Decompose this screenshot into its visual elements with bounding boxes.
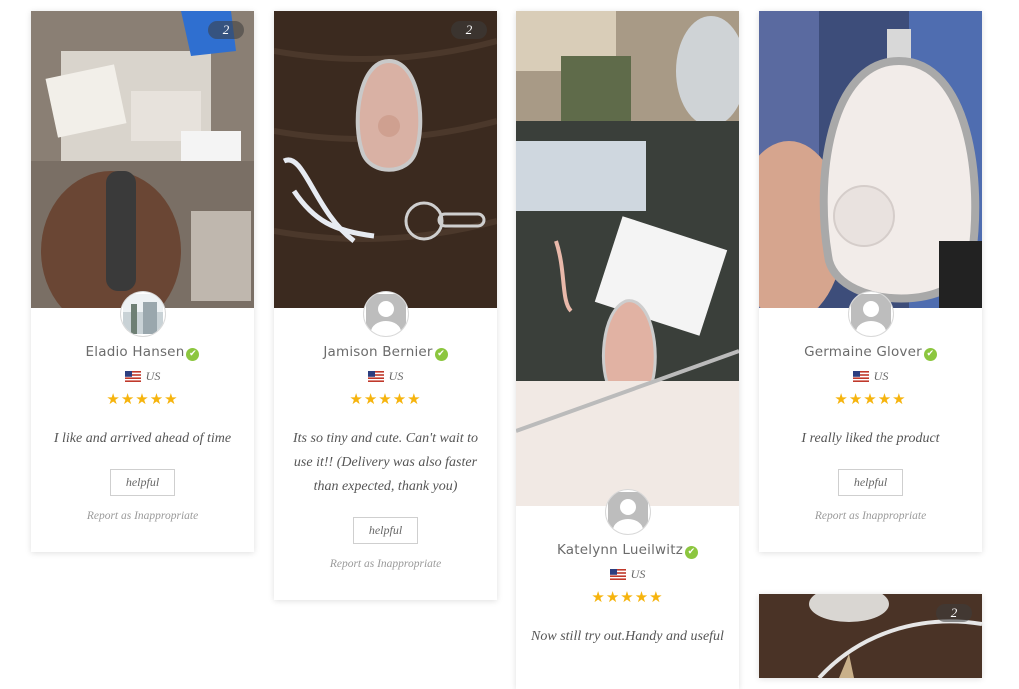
avatar (363, 292, 408, 336)
reviewer-country: US (145, 369, 161, 383)
review-photo[interactable] (759, 11, 982, 308)
report-inappropriate-link[interactable]: Report as Inappropriate (45, 510, 240, 552)
reviewer-country: US (630, 567, 646, 581)
star-rating: ★★★★★ (834, 392, 907, 408)
review-photo-image (516, 11, 739, 506)
default-user-avatar-icon (607, 492, 648, 532)
us-flag-icon (124, 371, 141, 382)
review-card: 2 Eladio Hansen ✔ US ★★★★★ I like and arr… (31, 11, 254, 552)
report-inappropriate-link[interactable]: Report as Inappropriate (288, 558, 483, 600)
reviewer-name: Katelynn Lueilwitz (556, 542, 684, 558)
review-photo[interactable] (516, 11, 739, 506)
reviewer-name: Germaine Glover (804, 344, 922, 360)
verified-check-icon: ✔ (685, 546, 699, 559)
verified-check-icon: ✔ (186, 348, 200, 361)
review-card: 2 Jamison Bernier ✔ US ★★★★★ Its so tiny … (274, 11, 497, 600)
review-photo-image (759, 11, 982, 308)
reviewer-country: US (388, 369, 404, 383)
helpful-button[interactable]: helpful (109, 469, 176, 496)
photo-count-badge: 2 (936, 604, 972, 622)
verified-check-icon: ✔ (434, 348, 448, 361)
review-card: 2 (759, 594, 982, 678)
review-text: Now still try out.Handy and useful (531, 629, 724, 644)
review-photo-image (31, 11, 254, 308)
review-text: I really liked the product (801, 431, 940, 446)
review-text: Its so tiny and cute. Can't wait to use … (293, 431, 478, 494)
star-rating: ★★★★★ (106, 392, 179, 408)
reviewer-country: US (873, 369, 889, 383)
us-flag-icon (609, 569, 626, 580)
verified-check-icon: ✔ (923, 348, 937, 361)
star-rating: ★★★★★ (349, 392, 422, 408)
avatar (605, 490, 650, 534)
avatar-image (122, 294, 163, 334)
us-flag-icon (852, 371, 869, 382)
avatar (848, 292, 893, 336)
photo-count-badge: 2 (451, 21, 487, 39)
review-photo[interactable]: 2 (759, 594, 982, 678)
avatar (120, 292, 165, 336)
report-inappropriate-link[interactable]: Report as Inappropriate (773, 510, 968, 552)
star-rating: ★★★★★ (591, 590, 664, 606)
us-flag-icon (367, 371, 384, 382)
default-user-avatar-icon (365, 294, 406, 334)
reviewer-name: Eladio Hansen (85, 344, 185, 360)
review-card: Katelynn Lueilwitz ✔ US ★★★★★ Now still t… (516, 11, 739, 689)
helpful-button[interactable]: helpful (352, 517, 419, 544)
reviewer-name: Jamison Bernier (323, 344, 433, 360)
helpful-button[interactable]: helpful (837, 469, 904, 496)
review-photo[interactable]: 2 (274, 11, 497, 308)
photo-count-badge: 2 (208, 21, 244, 39)
review-card: Germaine Glover ✔ US ★★★★★ I really liked… (759, 11, 982, 552)
review-photo-image (274, 11, 497, 308)
default-user-avatar-icon (850, 294, 891, 334)
review-photo[interactable]: 2 (31, 11, 254, 308)
review-text: I like and arrived ahead of time (53, 431, 232, 446)
